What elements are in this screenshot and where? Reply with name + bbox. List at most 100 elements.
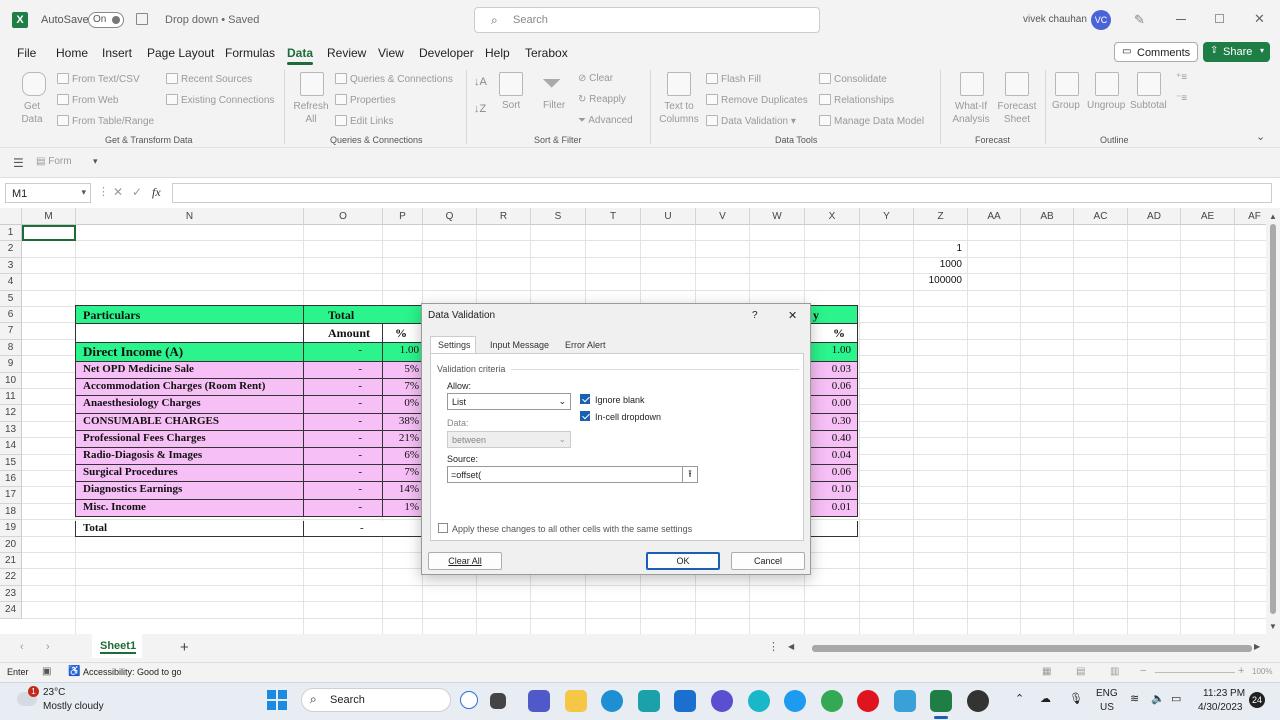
column-header-s[interactable]: S — [531, 208, 586, 225]
get-data-button[interactable]: Get Data — [17, 100, 47, 126]
column-header-o[interactable]: O — [304, 208, 383, 225]
group-button[interactable]: Group — [1052, 100, 1080, 111]
row-header-8[interactable]: 8 — [0, 339, 22, 357]
row-amount-5[interactable]: - — [303, 430, 383, 448]
advanced-button[interactable]: ⏷ Advanced — [578, 115, 633, 126]
clock-time[interactable]: 11:23 PM — [1203, 688, 1245, 699]
row-right-8[interactable]: 0.10 — [810, 482, 858, 500]
language-eng[interactable]: ENG — [1096, 688, 1118, 699]
row-header-23[interactable]: 23 — [0, 585, 22, 603]
row-name-8[interactable]: Diagnostics Earnings — [75, 482, 304, 500]
tab-file[interactable]: File — [17, 46, 36, 60]
tray-app-icon[interactable]: ☁ — [1040, 692, 1051, 705]
help-icon[interactable]: ? — [752, 310, 758, 321]
chrome-icon[interactable] — [821, 690, 843, 712]
microphone-icon[interactable]: 🎙 — [1069, 692, 1083, 705]
row-header-9[interactable]: 9 — [0, 356, 22, 373]
ignore-blank-checkbox[interactable] — [580, 394, 590, 404]
horizontal-scrollbar[interactable] — [812, 645, 1252, 652]
row-right-1[interactable]: 0.03 — [810, 362, 858, 380]
ungroup-button[interactable]: Ungroup — [1087, 100, 1125, 111]
row-pct-1[interactable]: 5% — [382, 362, 423, 380]
row-amount-1[interactable]: - — [303, 362, 383, 380]
column-header-y[interactable]: Y — [860, 208, 914, 225]
scroll-thumb[interactable] — [1270, 224, 1276, 614]
header-pct[interactable]: % — [382, 324, 423, 343]
row-name-0[interactable]: Direct Income (A) — [75, 343, 304, 362]
scroll-right-icon[interactable]: ▶ — [1254, 642, 1260, 651]
row-header-7[interactable]: 7 — [0, 323, 22, 340]
row-header-17[interactable]: 17 — [0, 487, 22, 504]
row-name-3[interactable]: Anaesthesiology Charges — [75, 396, 304, 414]
accessibility-icon[interactable]: ♿ — [68, 666, 80, 677]
selected-cell-m1[interactable] — [22, 225, 76, 241]
column-header-ae[interactable]: AE — [1181, 208, 1235, 225]
row-name-5[interactable]: Professional Fees Charges — [75, 430, 304, 448]
next-sheet-icon[interactable]: › — [46, 641, 50, 653]
tab-help[interactable]: Help — [485, 46, 510, 60]
language-us[interactable]: US — [1100, 702, 1114, 713]
reapply-button[interactable]: ↻ Reapply — [578, 94, 626, 105]
column-header-z[interactable]: Z — [914, 208, 968, 225]
twitter-icon[interactable] — [784, 690, 806, 712]
close-icon[interactable]: ✕ — [1254, 11, 1265, 27]
apply-all-checkbox[interactable] — [438, 523, 448, 533]
header-total[interactable]: Total — [303, 305, 423, 324]
row-header-4[interactable]: 4 — [0, 274, 22, 291]
app-circle-icon[interactable] — [748, 690, 770, 712]
in-cell-dropdown-checkbox[interactable] — [580, 411, 590, 421]
row-header-6[interactable]: 6 — [0, 307, 22, 324]
insert-function-icon[interactable]: fx — [152, 185, 161, 200]
task-view-icon[interactable] — [490, 693, 506, 709]
total-label[interactable]: Total — [75, 521, 304, 537]
row-name-9[interactable]: Misc. Income — [75, 499, 304, 517]
forecast-sheet-button[interactable]: Forecast Sheet — [996, 100, 1038, 126]
sort-button[interactable]: Sort — [502, 100, 520, 111]
column-header-x[interactable]: X — [805, 208, 860, 225]
refresh-all-button[interactable]: Refresh All — [292, 100, 330, 126]
column-header-ad[interactable]: AD — [1128, 208, 1181, 225]
clock-date[interactable]: 4/30/2023 — [1198, 702, 1243, 713]
right-total[interactable] — [810, 521, 858, 537]
row-pct-9[interactable]: 1% — [382, 499, 423, 517]
column-header-m[interactable]: M — [22, 208, 76, 225]
cell-z2[interactable]: 1 — [912, 243, 962, 254]
header-particulars[interactable]: Particulars — [75, 305, 304, 324]
notification-badge[interactable]: 24 — [1249, 692, 1265, 708]
column-header-w[interactable]: W — [750, 208, 805, 225]
row-amount-7[interactable]: - — [303, 465, 383, 483]
column-header-t[interactable]: T — [586, 208, 641, 225]
row-pct-6[interactable]: 6% — [382, 448, 423, 466]
zoom-level[interactable]: 100% — [1252, 667, 1272, 676]
macro-icon[interactable]: ▣ — [42, 666, 51, 677]
tab-home[interactable]: Home — [56, 46, 88, 60]
scroll-up-icon[interactable]: ▲ — [1269, 212, 1277, 221]
row-amount-9[interactable]: - — [303, 499, 383, 517]
column-header-aa[interactable]: AA — [968, 208, 1021, 225]
share-button[interactable]: ⇪ Share ▾ — [1203, 42, 1270, 62]
row-header-14[interactable]: 14 — [0, 438, 22, 455]
row-right-0[interactable]: 1.00 — [810, 343, 858, 362]
row-pct-5[interactable]: 21% — [382, 430, 423, 448]
avatar[interactable]: VC — [1091, 10, 1111, 30]
pen-icon[interactable]: ✎ — [1134, 12, 1145, 28]
app-screen-icon[interactable] — [894, 690, 916, 712]
customize-icon[interactable]: ▾ — [93, 156, 98, 167]
row-header-21[interactable]: 21 — [0, 553, 22, 570]
restore-icon[interactable] — [1215, 14, 1224, 23]
row-pct-7[interactable]: 7% — [382, 465, 423, 483]
existing-connections-button[interactable]: Existing Connections — [166, 94, 274, 106]
show-detail-icon[interactable]: ⁺≡ — [1176, 72, 1187, 83]
edge-icon[interactable] — [601, 690, 623, 712]
wifi-icon[interactable]: ≋ — [1130, 692, 1139, 705]
search-box[interactable]: ⌕ Search — [474, 7, 820, 33]
store-icon[interactable] — [674, 690, 696, 712]
app-l-icon[interactable] — [638, 690, 660, 712]
tab-insert[interactable]: Insert — [102, 46, 132, 60]
row-right-6[interactable]: 0.04 — [810, 448, 858, 466]
row-right-4[interactable]: 0.30 — [810, 413, 858, 431]
formula-input[interactable] — [172, 183, 1272, 203]
allow-select[interactable]: List ⌄ — [447, 393, 571, 410]
tab-terabox[interactable]: Terabox — [525, 46, 568, 60]
row-pct-8[interactable]: 14% — [382, 482, 423, 500]
